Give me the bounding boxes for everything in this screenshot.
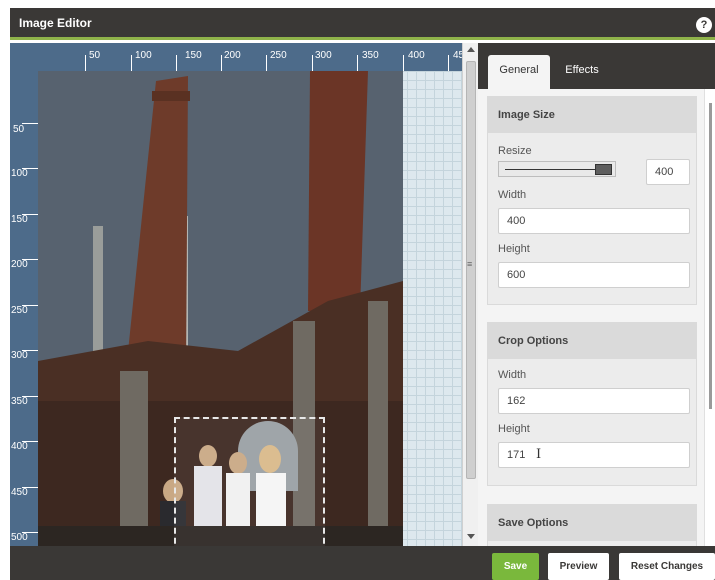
resize-value-input[interactable]: 400 (646, 159, 690, 185)
panel-scroll-thumb[interactable] (709, 103, 712, 409)
ruler-tick (22, 441, 38, 442)
image-size-section: Image Size Resize 400 Width 400 Height 6… (487, 96, 697, 305)
panel-body: Image Size Resize 400 Width 400 Height 6… (478, 89, 704, 546)
slider-handle[interactable] (595, 164, 612, 175)
ruler-top-label: 100 (135, 50, 152, 61)
footer-bar: Save Preview Reset Changes (10, 546, 715, 580)
ruler-tick (22, 396, 38, 397)
text-cursor-icon: I (536, 447, 542, 462)
scroll-grip-icon: ≡ (467, 259, 473, 269)
ruler-left-label: 150 (11, 214, 28, 225)
settings-panel: General Effects Image Size Resize 400 Wi… (478, 43, 715, 546)
ruler-top: 50 100 150 200 250 300 350 400 45 (10, 43, 462, 71)
ruler-tick (131, 55, 132, 71)
ruler-left-label: 350 (11, 396, 28, 407)
ruler-left-label: 250 (11, 305, 28, 316)
ruler-tick (22, 532, 38, 533)
resize-label: Resize (498, 145, 532, 157)
crop-height-input[interactable]: 171 (498, 442, 690, 468)
ruler-top-label: 45 (453, 50, 462, 61)
ruler-tick (22, 214, 38, 215)
ruler-top-label: 350 (362, 50, 379, 61)
ruler-top-label: 150 (185, 50, 202, 61)
ruler-tick (22, 350, 38, 351)
window-title: Image Editor (19, 16, 92, 30)
ruler-top-label: 50 (89, 50, 101, 61)
panel-tabs: General Effects (478, 43, 715, 89)
crop-width-label: Width (498, 369, 527, 381)
ruler-tick (221, 55, 222, 71)
height-input[interactable]: 600 (498, 262, 690, 288)
ruler-tick (22, 305, 38, 306)
crop-selection-box[interactable] (174, 417, 325, 546)
slider-track (505, 169, 595, 170)
height-label: Height (498, 243, 530, 255)
ruler-tick (357, 55, 358, 71)
ruler-left-label: 450 (11, 487, 28, 498)
canvas-area[interactable]: 50 100 150 200 250 300 350 400 45 50 100… (10, 43, 462, 546)
ruler-left-label: 500 (11, 532, 28, 543)
ruler-top-label: 400 (408, 50, 425, 61)
ruler-left-label: 100 (11, 168, 28, 179)
ruler-tick (22, 168, 38, 169)
ruler-tick (448, 55, 449, 71)
ruler-left-label: 50 (13, 124, 25, 135)
reset-changes-button[interactable]: Reset Changes (619, 553, 715, 580)
save-options-section: Save Options (487, 504, 697, 546)
ruler-tick (22, 487, 38, 488)
ruler-tick (312, 55, 313, 71)
save-button[interactable]: Save (492, 553, 539, 580)
ruler-tick (266, 55, 267, 71)
panel-scrollbar[interactable] (704, 89, 715, 546)
save-options-heading[interactable]: Save Options (488, 505, 696, 541)
tab-effects[interactable]: Effects (554, 55, 610, 89)
ruler-top-label: 250 (270, 50, 287, 61)
ruler-tick (403, 55, 404, 71)
canvas-scrollbar[interactable]: ≡ (462, 43, 478, 546)
top-strip (0, 0, 715, 8)
ruler-left: 50 100 150 200 250 300 350 400 450 500 (10, 43, 38, 546)
scroll-down-arrow-icon[interactable] (467, 534, 475, 539)
help-icon[interactable]: ? (696, 17, 712, 33)
image-editor-app: Image Editor ? 50 100 150 200 250 300 35… (0, 0, 715, 580)
title-bar: Image Editor ? (10, 8, 715, 40)
preview-button[interactable]: Preview (548, 553, 609, 580)
building-chimneys-photo[interactable] (38, 71, 403, 546)
scroll-up-arrow-icon[interactable] (467, 47, 475, 52)
ruler-tick (22, 123, 38, 124)
image-size-heading: Image Size (488, 97, 696, 133)
ruler-tick (176, 55, 177, 71)
ruler-tick (85, 55, 86, 71)
tab-general[interactable]: General (488, 55, 550, 89)
crop-width-input[interactable]: 162 (498, 388, 690, 414)
brick-chimney-right (308, 71, 368, 311)
ruler-top-label: 300 (315, 50, 332, 61)
ruler-left-label: 200 (11, 259, 28, 270)
ruler-top-label: 200 (224, 50, 241, 61)
resize-slider[interactable] (498, 161, 616, 177)
crop-options-section: Crop Options Width 162 Height 171 I (487, 322, 697, 486)
crop-height-label: Height (498, 423, 530, 435)
canvas-scroll-thumb[interactable] (466, 61, 476, 479)
width-input[interactable]: 400 (498, 208, 690, 234)
ruler-left-label: 300 (11, 350, 28, 361)
ruler-tick (22, 259, 38, 260)
ruler-left-label: 400 (11, 441, 28, 452)
width-label: Width (498, 189, 527, 201)
crop-options-heading: Crop Options (488, 323, 696, 359)
